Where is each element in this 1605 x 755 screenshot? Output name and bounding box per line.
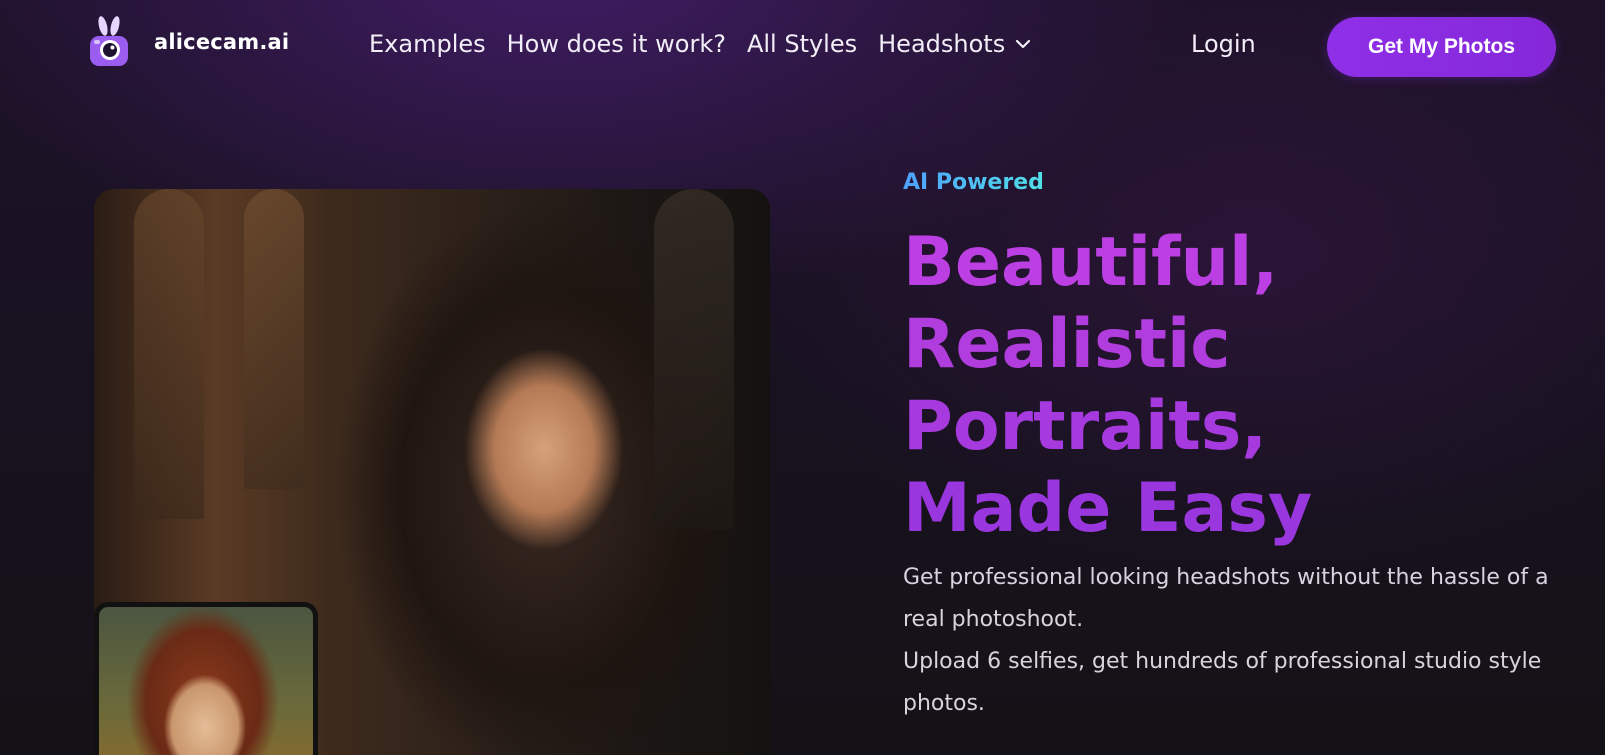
hero-headline: Beautiful, Realistic Portraits, Made Eas… [903, 222, 1583, 550]
nav-link-all-styles[interactable]: All Styles [747, 30, 857, 58]
main-nav: Examples How does it work? All Styles He… [369, 30, 1031, 58]
get-my-photos-button[interactable]: Get My Photos [1327, 17, 1556, 77]
brand-logo-link[interactable]: alicecam.ai [88, 16, 289, 68]
nav-link-how-it-works[interactable]: How does it work? [507, 30, 726, 58]
background-arch [654, 189, 734, 529]
login-link[interactable]: Login [1191, 30, 1256, 58]
headline-line: Realistic [903, 305, 1231, 384]
bunny-camera-logo-icon [90, 16, 128, 66]
background-arch [244, 189, 304, 489]
ai-powered-label: AI Powered [903, 170, 1044, 195]
hero-description-line: Get professional looking headshots witho… [903, 565, 1549, 632]
headline-line: Portraits, [903, 387, 1268, 466]
nav-dropdown-headshots[interactable]: Headshots [878, 30, 1031, 58]
background-arch [134, 189, 204, 519]
top-navbar: alicecam.ai Examples How does it work? A… [0, 0, 1605, 92]
chevron-down-icon [1016, 39, 1031, 49]
headline-line: Made Easy [903, 469, 1313, 548]
headline-line: Beautiful, [903, 223, 1279, 302]
hero-description-line: Upload 6 selfies, get hundreds of profes… [903, 649, 1542, 716]
selfie-thumbnail-image [94, 602, 318, 755]
nav-link-examples[interactable]: Examples [369, 30, 486, 58]
brand-name: alicecam.ai [154, 30, 290, 54]
hero-description: Get professional looking headshots witho… [903, 557, 1573, 725]
nav-dropdown-headshots-label: Headshots [878, 30, 1006, 58]
